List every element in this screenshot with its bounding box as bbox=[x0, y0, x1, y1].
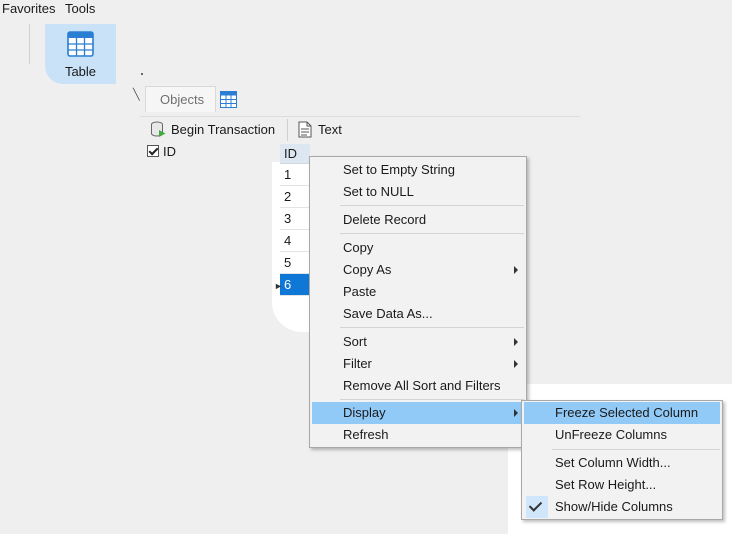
menu-item-freeze-column[interactable]: Freeze Selected Column bbox=[524, 402, 720, 424]
toolbar-divider bbox=[140, 116, 580, 117]
menu-item-set-null[interactable]: Set to NULL bbox=[312, 181, 524, 203]
column-id-checkbox[interactable] bbox=[147, 145, 159, 157]
table-cell: 5 bbox=[284, 255, 292, 270]
menu-separator bbox=[340, 233, 524, 234]
submenu-arrow-icon bbox=[514, 409, 518, 417]
menu-separator bbox=[552, 449, 720, 450]
menu-item-label: Sort bbox=[343, 334, 367, 349]
menu-favorites[interactable]: Favorites bbox=[2, 1, 55, 16]
table-cell: 4 bbox=[284, 233, 292, 248]
menu-item-filter[interactable]: Filter bbox=[312, 353, 524, 375]
display-submenu: Freeze Selected Column UnFreeze Columns … bbox=[521, 400, 723, 520]
tab-objects[interactable]: Objects bbox=[145, 86, 216, 112]
column-id-label: ID bbox=[163, 144, 176, 159]
tab-objects-label: Objects bbox=[160, 92, 205, 107]
table-cell: 2 bbox=[284, 189, 292, 204]
table-row-selected[interactable]: 6 bbox=[280, 274, 310, 296]
menu-item-show-hide-columns[interactable]: Show/Hide Columns bbox=[524, 496, 720, 518]
menu-item-label: Refresh bbox=[343, 427, 389, 442]
begin-transaction-label: Begin Transaction bbox=[171, 122, 276, 137]
menu-item-set-row-height[interactable]: Set Row Height... bbox=[524, 474, 720, 496]
context-menu: Set to Empty String Set to NULL Delete R… bbox=[309, 156, 527, 448]
menu-item-label: Copy bbox=[343, 240, 374, 255]
table-icon bbox=[67, 31, 94, 57]
text-view-label: Text bbox=[318, 122, 342, 137]
ribbon-table-button[interactable]: Table bbox=[45, 24, 116, 84]
menu-separator bbox=[340, 327, 524, 328]
table-row[interactable]: 3 bbox=[280, 208, 310, 230]
chevron-down-icon[interactable]: ╲ bbox=[133, 88, 140, 101]
decorative-dot bbox=[141, 73, 143, 75]
table-cell: 3 bbox=[284, 211, 292, 226]
menu-item-label: Set to NULL bbox=[343, 184, 414, 199]
menu-separator bbox=[340, 205, 524, 206]
menu-item-label: Display bbox=[343, 405, 386, 420]
menu-item-label: Filter bbox=[343, 356, 372, 371]
submenu-arrow-icon bbox=[514, 266, 518, 274]
ribbon-divider bbox=[29, 24, 30, 64]
table-cell: 1 bbox=[284, 167, 292, 182]
toolbar-separator bbox=[287, 119, 288, 141]
menu-item-unfreeze-columns[interactable]: UnFreeze Columns bbox=[524, 424, 720, 446]
menu-item-label: Freeze Selected Column bbox=[555, 405, 699, 420]
menu-tools[interactable]: Tools bbox=[65, 1, 95, 16]
menu-item-label: Save Data As... bbox=[343, 306, 433, 321]
menu-item-label: Delete Record bbox=[343, 212, 427, 227]
menu-item-display[interactable]: Display bbox=[312, 402, 524, 424]
menu-item-sort[interactable]: Sort bbox=[312, 331, 524, 353]
menu-item-label: Copy As bbox=[343, 262, 392, 277]
text-document-icon bbox=[298, 121, 312, 138]
menu-item-label: Remove All Sort and Filters bbox=[343, 378, 501, 393]
menu-separator bbox=[340, 399, 524, 400]
menu-item-label: Paste bbox=[343, 284, 377, 299]
menu-item-copy[interactable]: Copy bbox=[312, 237, 524, 259]
grid-header-label: ID bbox=[284, 146, 297, 161]
menu-item-label: Set Column Width... bbox=[555, 455, 671, 470]
table-cell: 6 bbox=[284, 277, 292, 292]
menu-item-paste[interactable]: Paste bbox=[312, 281, 524, 303]
table-row[interactable]: 2 bbox=[280, 186, 310, 208]
ribbon-table-label: Table bbox=[64, 64, 97, 79]
database-transaction-icon bbox=[151, 121, 166, 137]
menu-item-save-data-as[interactable]: Save Data As... bbox=[312, 303, 524, 325]
menu-item-label: UnFreeze Columns bbox=[555, 427, 667, 442]
grid-column-header-id[interactable]: ID bbox=[280, 144, 310, 164]
menu-item-set-column-width[interactable]: Set Column Width... bbox=[524, 452, 720, 474]
table-tab-icon[interactable] bbox=[220, 91, 237, 108]
menu-item-label: Set Row Height... bbox=[555, 477, 657, 492]
table-row[interactable]: 4 bbox=[280, 230, 310, 252]
menu-item-refresh[interactable]: Refresh bbox=[312, 424, 524, 446]
row-pointer-icon: ► bbox=[274, 281, 283, 291]
menu-item-label: Show/Hide Columns bbox=[555, 499, 673, 514]
submenu-arrow-icon bbox=[514, 338, 518, 346]
menu-item-copy-as[interactable]: Copy As bbox=[312, 259, 524, 281]
table-row[interactable]: 5 bbox=[280, 252, 310, 274]
menu-item-label: Set to Empty String bbox=[343, 162, 455, 177]
menu-item-remove-sort-filters[interactable]: Remove All Sort and Filters bbox=[312, 375, 524, 397]
menu-item-delete-record[interactable]: Delete Record bbox=[312, 209, 524, 231]
table-row[interactable]: 1 bbox=[280, 164, 310, 186]
menu-item-set-empty-string[interactable]: Set to Empty String bbox=[312, 159, 524, 181]
submenu-arrow-icon bbox=[514, 360, 518, 368]
